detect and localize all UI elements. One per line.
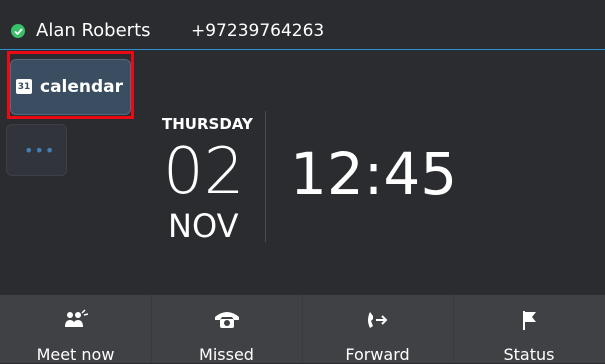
forward-button[interactable]: Forward <box>302 295 453 364</box>
missed-button[interactable]: Missed <box>151 295 302 364</box>
selection-highlight <box>7 51 134 119</box>
date-day: 02 <box>163 135 245 209</box>
user-name: Alan Roberts <box>36 20 151 41</box>
clock-divider <box>265 111 266 242</box>
status-bar-divider <box>0 49 605 50</box>
softkey-bar: Meet now Missed Forward Status <box>0 295 605 364</box>
forward-label: Forward <box>345 345 410 364</box>
presence-available-icon <box>11 24 25 38</box>
forward-call-icon <box>302 309 453 333</box>
meet-now-icon <box>0 309 151 333</box>
status-button[interactable]: Status <box>453 295 605 364</box>
status-label: Status <box>503 345 555 364</box>
more-tab[interactable]: ••• <box>6 124 67 176</box>
meet-now-label: Meet now <box>36 345 115 364</box>
clock-time: 12:45 <box>290 140 458 208</box>
date-month: NOV <box>168 207 239 245</box>
more-dots-icon: ••• <box>24 141 56 160</box>
missed-label: Missed <box>199 345 254 364</box>
meet-now-button[interactable]: Meet now <box>0 295 151 364</box>
phone-number: +97239764263 <box>191 21 325 41</box>
status-flag-icon <box>453 309 605 333</box>
weekday: THURSDAY <box>162 115 253 133</box>
missed-call-icon <box>151 309 302 333</box>
status-bar: Alan Roberts +97239764263 <box>0 0 605 50</box>
